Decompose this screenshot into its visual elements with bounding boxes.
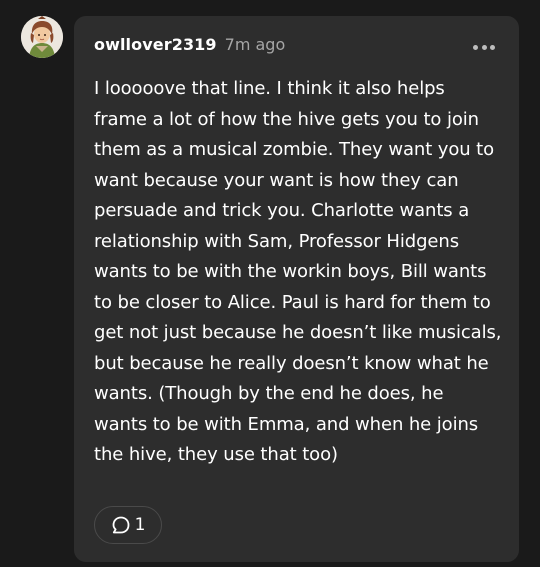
more-options-dot — [473, 44, 478, 50]
more-options-dot — [490, 44, 495, 50]
comment-card: owllover2319 7m ago I looooove that line… — [74, 16, 519, 562]
comment-body: I looooove that line. I think it also he… — [94, 78, 502, 465]
reply-bubble-icon — [112, 516, 129, 534]
reply-button[interactable]: 1 — [94, 506, 162, 544]
username[interactable]: owllover2319 — [94, 35, 217, 54]
timestamp: 7m ago — [224, 35, 286, 54]
more-options-dot — [481, 44, 487, 50]
avatar-icon[interactable] — [21, 16, 63, 58]
comment-header: owllover2319 7m ago — [94, 35, 285, 59]
reply-count: 1 — [134, 515, 146, 535]
more-options-icon[interactable] — [473, 43, 495, 51]
